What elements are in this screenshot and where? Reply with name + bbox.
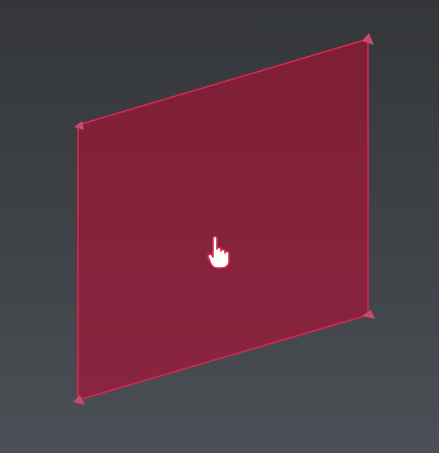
3d-viewport[interactable]	[0, 0, 439, 453]
selected-face[interactable]	[77, 38, 369, 401]
viewport-scene	[73, 33, 375, 405]
